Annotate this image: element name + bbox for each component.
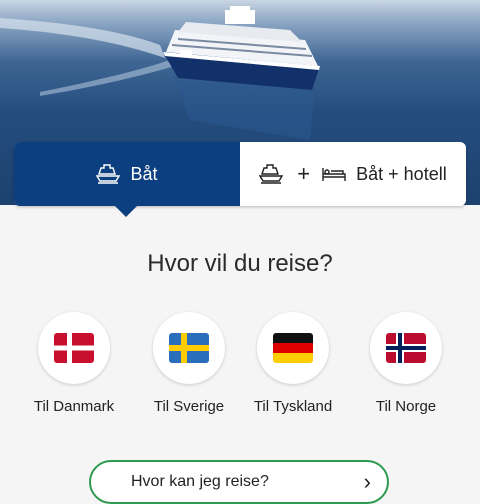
- tab-boat-hotel[interactable]: + Båt + hotell: [240, 142, 466, 206]
- germany-flag-icon: [257, 312, 329, 384]
- destination-label: Til Tyskland: [253, 398, 333, 415]
- trip-type-tabs: Båt + Båt + hotell: [14, 142, 466, 217]
- ship-icon: [259, 163, 284, 185]
- plus-icon: +: [297, 161, 311, 186]
- destination-label: Til Norge: [375, 398, 437, 415]
- tab-boat[interactable]: Båt: [14, 142, 240, 217]
- destination-question: Hvor vil du reise?: [147, 250, 333, 277]
- tab-boat-hotel-label: Båt + hotell: [356, 163, 447, 184]
- destination-label: Til Danmark: [33, 398, 115, 415]
- destination-norway[interactable]: Til Norge: [346, 312, 466, 415]
- destination-label: Til Sverige: [153, 398, 225, 415]
- sweden-flag-icon: [153, 312, 225, 384]
- where-can-i-travel-button[interactable]: Hvor kan jeg reise? ›: [89, 460, 389, 504]
- bed-icon: [322, 166, 346, 182]
- destination-denmark[interactable]: Til Danmark: [14, 312, 134, 415]
- ship-icon: [96, 163, 121, 185]
- norway-flag-icon: [370, 312, 442, 384]
- tab-boat-label: Båt: [130, 163, 158, 184]
- destination-sweden[interactable]: Til Sverige: [129, 312, 249, 415]
- denmark-flag-icon: [38, 312, 110, 384]
- destination-germany[interactable]: Til Tyskland: [233, 312, 353, 415]
- where-can-i-travel-label: Hvor kan jeg reise?: [131, 473, 269, 490]
- chevron-right-icon: ›: [363, 469, 371, 494]
